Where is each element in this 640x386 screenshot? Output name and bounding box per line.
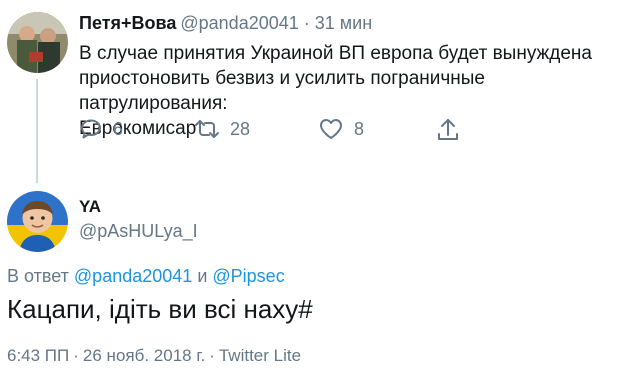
tweet1-separator: · — [303, 13, 310, 33]
retweet-count: 28 — [230, 118, 251, 139]
meta-separator: · — [73, 346, 79, 365]
tweet2-text: Кацапи, ідіть ви всі наху# — [7, 294, 313, 324]
like-icon — [318, 117, 344, 141]
thread-line — [36, 79, 38, 183]
tweet2-date[interactable]: 26 нояб. 2018 г. — [83, 346, 205, 365]
tweet2-time[interactable]: 6:43 ПП — [7, 346, 69, 365]
retweet-icon — [194, 117, 220, 141]
reply-context: В ответ @panda20041 и @Pipsec — [7, 266, 285, 287]
tweet1-handle[interactable]: @panda20041 — [180, 13, 298, 33]
tweet1-text-line: приостоновить безвиз и усилить пограничн… — [79, 68, 485, 114]
reply-icon — [79, 117, 103, 141]
share-icon — [436, 117, 460, 143]
reply-prefix: В ответ — [7, 266, 69, 286]
tweet1-text-line: В случае принятия Украиной ВП европа буд… — [79, 43, 592, 64]
reply-button[interactable]: 6 — [79, 117, 123, 141]
share-button[interactable] — [436, 117, 460, 143]
tweet2-author-name[interactable]: YA — [79, 197, 101, 217]
like-button[interactable]: 8 — [318, 117, 364, 141]
tweet1-time[interactable]: 31 мин — [315, 13, 372, 33]
tweet1-author-name[interactable]: Петя+Вова — [79, 13, 176, 33]
reply-count: 6 — [113, 118, 124, 139]
reply-and: и — [197, 266, 208, 286]
avatar-tweet2[interactable] — [7, 191, 68, 252]
tweet1-actions: 6 28 8 — [79, 117, 479, 149]
retweet-button[interactable]: 28 — [194, 117, 250, 141]
tweet1-header: Петя+Вова @panda20041 · 31 мин — [79, 13, 372, 34]
reply-mention-link[interactable]: @Pipsec — [212, 266, 284, 286]
tweet2-handle[interactable]: @pAsHULya_I — [79, 221, 198, 242]
meta-separator: · — [209, 346, 215, 365]
avatar-tweet1[interactable] — [7, 12, 68, 73]
like-count: 8 — [354, 118, 365, 139]
reply-mention-link[interactable]: @panda20041 — [74, 266, 192, 286]
tweet2-source[interactable]: Twitter Lite — [219, 346, 301, 365]
tweet2-metadata: 6:43 ПП · 26 нояб. 2018 г. · Twitter Lite — [7, 346, 301, 366]
